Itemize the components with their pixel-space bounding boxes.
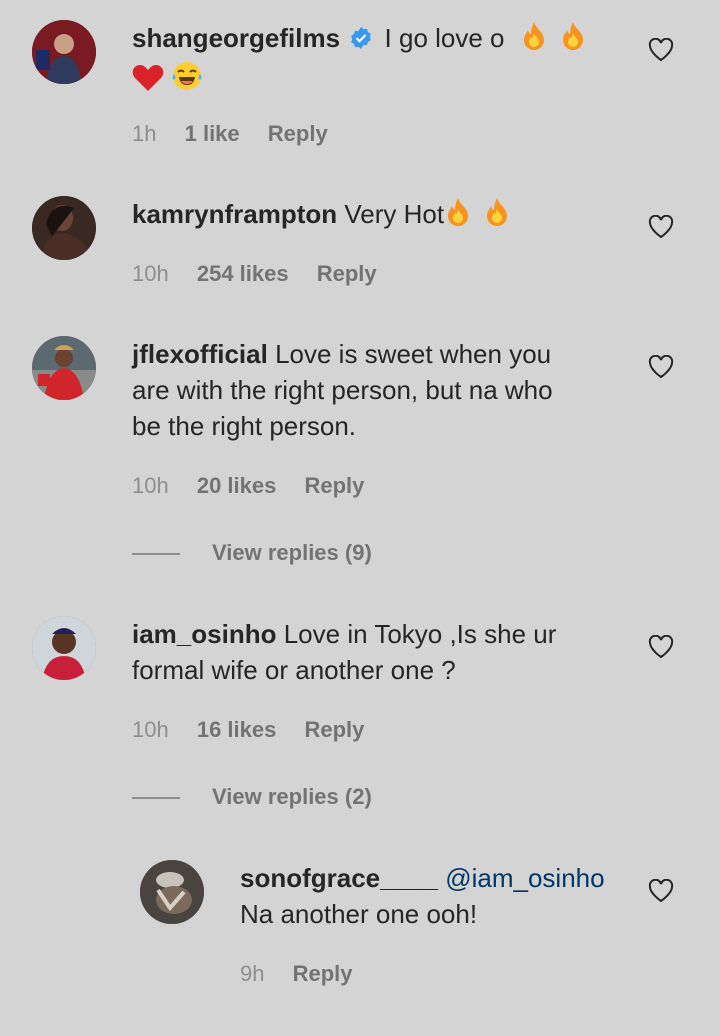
comment-meta: 10h 16 likes Reply (132, 716, 386, 744)
comment-meta: 1h 1 like Reply (132, 120, 350, 148)
username[interactable]: kamrynframpton (132, 199, 337, 229)
heart-outline-icon[interactable] (648, 355, 674, 379)
comment-text: kamrynframpton Very Hot (132, 196, 612, 236)
comment-body: Very Hot (344, 199, 445, 229)
heart-outline-icon[interactable] (648, 215, 674, 239)
reply-button[interactable]: Reply (268, 121, 328, 146)
comment-text: iam_osinho Love in Tokyo ,Is she ur form… (132, 616, 612, 688)
username[interactable]: shangeorgefilms (132, 23, 340, 53)
comment-body-line2: are with the right person, but na who (132, 375, 553, 405)
comment-meta: 10h 20 likes Reply (132, 472, 386, 500)
likes-count[interactable]: 254 likes (197, 261, 289, 286)
reply-button[interactable]: Reply (317, 261, 377, 286)
comment-body-line1: Love in Tokyo ,Is she ur (283, 619, 557, 649)
view-replies-line (132, 797, 180, 799)
likes-count[interactable]: 1 like (185, 121, 240, 146)
avatar[interactable] (32, 336, 96, 400)
heart-outline-icon[interactable] (648, 635, 674, 659)
timestamp: 10h (132, 473, 169, 498)
comment-body-line2: formal wife or another one ? (132, 655, 456, 685)
red-heart-emoji (132, 64, 164, 101)
comment-text: shangeorgefilms I go love o (132, 20, 612, 101)
heart-outline-icon[interactable] (648, 38, 674, 62)
likes-count[interactable]: 16 likes (197, 717, 277, 742)
heart-outline-icon[interactable] (648, 879, 674, 903)
view-replies-button[interactable]: View replies (9) (212, 540, 372, 566)
timestamp: 10h (132, 261, 169, 286)
reply-button[interactable]: Reply (304, 473, 364, 498)
comment-text: jflexofficial Love is sweet when you are… (132, 336, 612, 444)
timestamp: 1h (132, 121, 157, 146)
view-replies-button[interactable]: View replies (2) (212, 784, 372, 810)
reply-button[interactable]: Reply (293, 961, 353, 986)
timestamp: 9h (240, 961, 265, 986)
avatar[interactable] (140, 860, 204, 924)
fire-emoji (444, 197, 472, 236)
fire-emoji (520, 21, 548, 60)
comment-meta: 10h 254 likes Reply (132, 260, 399, 288)
laughing-tears-emoji (171, 60, 203, 101)
comment-body: I go love o (384, 23, 505, 53)
reply-meta: 9h Reply (240, 960, 375, 988)
username[interactable]: jflexofficial (132, 339, 268, 369)
username[interactable]: sonofgrace____ (240, 863, 438, 893)
reply-text: sonofgrace____ @iam_osinho Na another on… (240, 860, 630, 932)
avatar[interactable] (32, 616, 96, 680)
verified-badge-icon (349, 23, 373, 59)
username[interactable]: iam_osinho (132, 619, 276, 649)
avatar[interactable] (32, 20, 96, 84)
likes-count[interactable]: 20 likes (197, 473, 277, 498)
avatar[interactable] (32, 196, 96, 260)
comment-body-line1: Love is sweet when you (275, 339, 552, 369)
comment-body-line3: be the right person. (132, 411, 357, 441)
timestamp: 10h (132, 717, 169, 742)
fire-emoji (483, 197, 511, 236)
view-replies-line (132, 553, 180, 555)
reply-button[interactable]: Reply (304, 717, 364, 742)
reply-body: Na another one ooh! (240, 899, 478, 929)
fire-emoji (559, 21, 587, 60)
mention-link[interactable]: @iam_osinho (445, 863, 604, 893)
